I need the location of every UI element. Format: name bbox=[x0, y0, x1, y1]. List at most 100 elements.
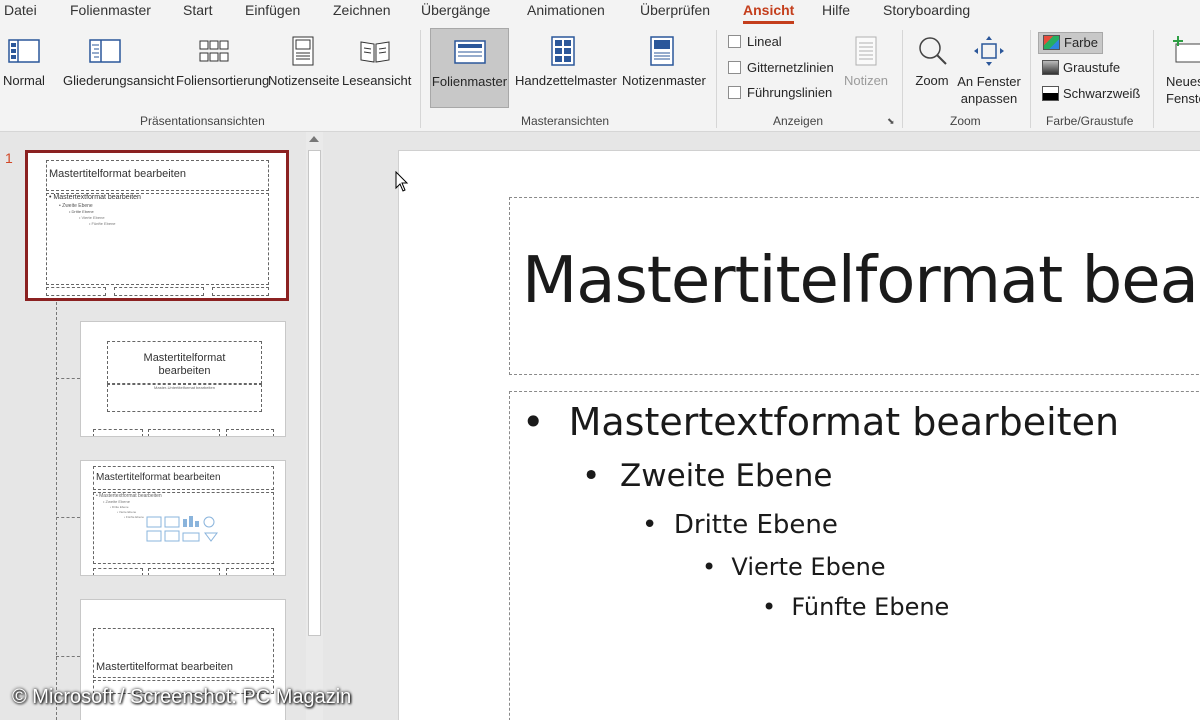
thumb-footer-text bbox=[148, 429, 220, 436]
ruler-checkbox[interactable]: Lineal bbox=[728, 34, 782, 52]
new-window-button[interactable]: Neues Fenster bbox=[1166, 28, 1200, 107]
new-window-label-line1: Neues bbox=[1166, 74, 1200, 89]
bullet-level-1[interactable]: • Mastertextformat bearbeiten bbox=[522, 400, 1119, 444]
notes-page-button[interactable]: Notizenseite bbox=[268, 28, 340, 104]
thumb-footer-date bbox=[46, 287, 106, 296]
tab-hilfe[interactable]: Hilfe bbox=[822, 2, 850, 24]
bullet-level-4[interactable]: • Vierte Ebene bbox=[702, 553, 886, 581]
slide-editing-canvas[interactable]: Mastertitelformat bearbeiten • Mastertex… bbox=[398, 150, 1200, 720]
scrollbar-thumb[interactable] bbox=[308, 150, 321, 636]
tab-ansicht[interactable]: Ansicht bbox=[743, 2, 795, 24]
thumb-footer-number bbox=[226, 429, 274, 436]
handout-master-button[interactable]: Handzettelmaster bbox=[515, 28, 617, 104]
notes-page-label: Notizenseite bbox=[268, 73, 340, 88]
thumb-layout2-level-2: • Zweite Ebene bbox=[103, 499, 130, 504]
tab-datei[interactable]: Datei bbox=[4, 2, 37, 24]
thumb-footer-text bbox=[114, 287, 204, 296]
tab-ueberpruefen[interactable]: Überprüfen bbox=[640, 2, 710, 24]
notes-button[interactable]: Notizen bbox=[844, 28, 888, 104]
scroll-up-arrow-icon[interactable] bbox=[309, 136, 319, 142]
tab-animationen[interactable]: Animationen bbox=[527, 2, 605, 24]
new-window-label-line2: Fenster bbox=[1166, 91, 1200, 106]
thumb-layout2-level-4-text: Vierte Ebene bbox=[118, 510, 137, 514]
thumb-level-5-text: Fünfte Ebene bbox=[91, 221, 116, 226]
bullet-level-2[interactable]: • Zweite Ebene bbox=[582, 458, 832, 494]
thumb-layout2-title: Mastertitelformat bearbeiten bbox=[96, 472, 221, 483]
slide-number: 1 bbox=[5, 150, 13, 166]
tab-storyboarding[interactable]: Storyboarding bbox=[883, 2, 970, 24]
zoom-button[interactable]: Zoom bbox=[913, 28, 951, 104]
tab-zeichnen[interactable]: Zeichnen bbox=[333, 2, 391, 24]
tab-uebergaenge[interactable]: Übergänge bbox=[421, 2, 490, 24]
tab-start[interactable]: Start bbox=[183, 2, 213, 24]
notes-icon bbox=[855, 36, 877, 66]
color-swatch-icon bbox=[1043, 35, 1060, 50]
grayscale-option-button[interactable]: Graustufe bbox=[1038, 58, 1124, 80]
thumb-footer-number bbox=[212, 287, 269, 296]
bullet-level-1-text: Mastertextformat bearbeiten bbox=[568, 400, 1120, 444]
fit-to-window-label-line1: An Fenster bbox=[957, 74, 1021, 89]
bullet-level-3-text: Dritte Ebene bbox=[673, 510, 838, 540]
layout-tree-branch bbox=[56, 656, 80, 657]
magnifier-icon bbox=[919, 37, 947, 65]
thumb-level-5: • Fünfte Ebene bbox=[89, 221, 116, 226]
thumbnail-scrollbar[interactable] bbox=[306, 132, 323, 720]
bullet-level-5[interactable]: • Fünfte Ebene bbox=[762, 593, 949, 621]
guides-checkbox[interactable]: Führungslinien bbox=[728, 85, 832, 103]
thumb-layout2-level-4: • Vierte Ebene bbox=[117, 510, 137, 514]
slide-sorter-icon bbox=[199, 40, 229, 62]
content-placeholder[interactable]: • Mastertextformat bearbeiten • Zweite E… bbox=[509, 391, 1200, 720]
thumb-layout1-title-line1: Mastertitelformat bbox=[143, 352, 226, 364]
gridlines-checkbox[interactable]: Gitternetzlinien bbox=[728, 60, 834, 78]
notes-master-button[interactable]: Notizenmaster bbox=[622, 28, 706, 104]
thumb-level-3: • Dritte Ebene bbox=[69, 209, 94, 214]
mouse-pointer-icon bbox=[395, 171, 409, 192]
thumb-layout1-title: Mastertitelformat bearbeiten bbox=[107, 352, 262, 378]
reading-view-button[interactable]: Leseansicht bbox=[342, 28, 411, 104]
slide-master-icon bbox=[453, 40, 486, 64]
guides-label: Führungslinien bbox=[747, 85, 833, 100]
layout-tree-line bbox=[56, 302, 57, 720]
thumb-layout1-title-line2: bearbeiten bbox=[158, 365, 211, 377]
slide-sorter-label: Foliensortierung bbox=[176, 73, 270, 88]
notes-master-icon bbox=[650, 36, 674, 66]
outline-view-button[interactable]: Gliederungsansicht bbox=[63, 28, 174, 104]
layout-thumbnail-title-content[interactable]: Mastertitelformat bearbeiten • Mastertex… bbox=[80, 460, 286, 576]
title-placeholder[interactable]: Mastertitelformat bearbeiten bbox=[509, 197, 1200, 375]
grayscale-option-label: Graustufe bbox=[1063, 60, 1121, 75]
ribbon-tab-bar: Datei Folienmaster Start Einfügen Zeichn… bbox=[0, 0, 1200, 24]
color-option-button[interactable]: Farbe bbox=[1038, 32, 1103, 54]
tab-einfuegen[interactable]: Einfügen bbox=[245, 2, 300, 24]
black-white-option-button[interactable]: Schwarzweiß bbox=[1038, 84, 1144, 106]
slide-master-thumbnail[interactable]: Mastertitelformat bearbeiten • Mastertex… bbox=[25, 150, 289, 301]
group-label-presentation-views: Präsentationsansichten bbox=[140, 114, 265, 128]
thumb-level-4: • Vierte Ebene bbox=[79, 215, 105, 220]
dialog-launcher-icon[interactable]: ⬊ bbox=[887, 116, 895, 127]
ruler-checkbox-box[interactable] bbox=[728, 35, 741, 48]
normal-view-button[interactable]: Normal bbox=[2, 28, 46, 104]
thumb-footer-text bbox=[148, 568, 220, 575]
reading-view-icon bbox=[360, 41, 390, 63]
slide-master-button[interactable]: Folienmaster bbox=[430, 28, 509, 108]
thumb-footer-number bbox=[226, 568, 274, 575]
thumb-level-3-text: Dritte Ebene bbox=[71, 209, 94, 214]
slide-sorter-button[interactable]: Foliensortierung bbox=[176, 28, 269, 104]
notes-master-label: Notizenmaster bbox=[622, 73, 706, 88]
thumb-layout3-title: Mastertitelformat bearbeiten bbox=[96, 661, 233, 673]
thumb-layout2-level-2-text: Zweite Ebene bbox=[105, 499, 130, 504]
ruler-label: Lineal bbox=[747, 34, 782, 49]
slide-title[interactable]: Mastertitelformat bearbeiten bbox=[522, 244, 1200, 318]
thumb-layout2-level-5: • Fünfte Ebene bbox=[124, 515, 144, 519]
gridlines-checkbox-box[interactable] bbox=[728, 61, 741, 74]
layout-thumbnail-title-slide[interactable]: Mastertitelformat bearbeiten Master-Unter… bbox=[80, 321, 286, 437]
bullet-level-3[interactable]: • Dritte Ebene bbox=[642, 510, 838, 540]
tab-folienmaster[interactable]: Folienmaster bbox=[70, 2, 151, 24]
thumb-layout2-level-3-text: Dritte Ebene bbox=[111, 505, 129, 509]
black-white-option-label: Schwarzweiß bbox=[1063, 86, 1141, 101]
new-window-label: Neues Fenster bbox=[1166, 73, 1200, 107]
thumb-master-title: Mastertitelformat bearbeiten bbox=[49, 168, 186, 180]
ribbon-separator bbox=[716, 30, 717, 128]
guides-checkbox-box[interactable] bbox=[728, 86, 741, 99]
thumb-master-text-value: Mastertextformat bearbeiten bbox=[53, 194, 141, 201]
fit-to-window-button[interactable]: An Fenster anpassen bbox=[957, 28, 1021, 106]
